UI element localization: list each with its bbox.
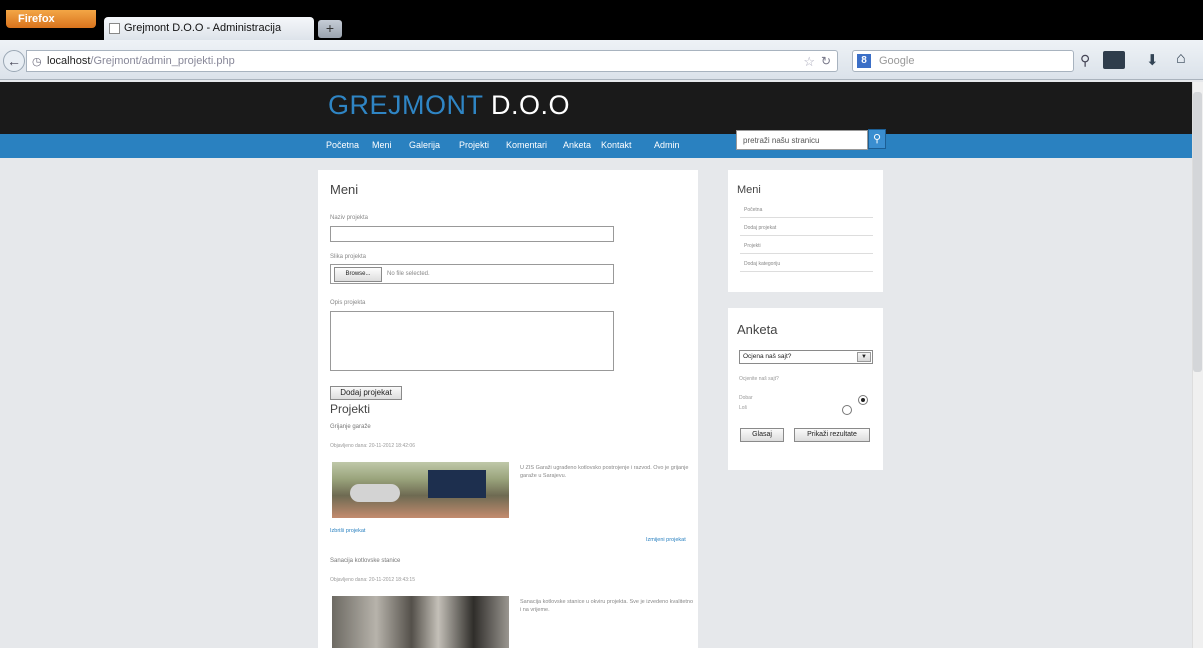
site-header: GREJMONT D.O.O [0,82,1192,134]
project-image [332,596,509,648]
poll-radio-dobar[interactable] [858,395,868,405]
nav-item-kontakt[interactable]: Kontakt [601,140,632,150]
form-heading: Meni [330,182,359,197]
browser-tab-bar: Firefox Grejmont D.O.O - Administracija … [0,0,1203,40]
url-text: localhost/Grejmont/admin_projekti.php [47,55,235,67]
poll-question: Ocjenite naš sajt? [739,376,779,382]
project-date: Objavljeno dana: 20-11-2012 18:42:06 [330,443,415,449]
new-tab-button[interactable]: + [318,20,342,38]
firefox-menu-button[interactable]: Firefox [6,10,96,28]
poll-select[interactable]: Ocjena naš sajt? ▼ [739,350,873,364]
poll-panel: Anketa Ocjena naš sajt? ▼ Ocjenite naš s… [728,308,883,470]
delete-project-link[interactable]: Izbriši projekat [330,528,365,534]
page-icon [109,23,120,34]
site-logo[interactable]: GREJMONT D.O.O [328,90,570,121]
project-image [332,462,509,518]
browser-toolbar: ← ◷ localhost/Grejmont/admin_projekti.ph… [0,40,1203,80]
browser-search-placeholder: Google [879,55,915,67]
search-icon[interactable]: ⚲ [1080,52,1090,69]
add-project-button[interactable]: Dodaj projekat [330,386,402,400]
main-navigation: Početna Meni Galerija Projekti Komentari… [0,134,1192,158]
bookmark-star-icon[interactable]: ☆ [803,54,815,70]
nav-item-anketa[interactable]: Anketa [563,140,591,150]
url-path: /Grejmont/admin_projekti.php [90,55,235,67]
project-title: Grijanje garaže [330,424,371,430]
scrollbar-thumb[interactable] [1193,92,1202,372]
chevron-down-icon[interactable]: ▼ [857,352,871,362]
sidebar-item-pocetna[interactable]: Početna [740,204,873,218]
nav-item-admin[interactable]: Admin [654,140,680,150]
home-icon[interactable]: ⌂ [1176,50,1186,68]
project-description-label: Opis projekta [330,300,366,306]
tank-shape [350,484,400,502]
project-date: Objavljeno dana: 20-11-2012 18:43:15 [330,577,415,583]
sidebar-menu-title: Meni [737,184,761,196]
search-icon[interactable]: ⚲ [868,129,886,149]
show-results-button[interactable]: Prikaži rezultate [794,428,870,442]
edit-project-link[interactable]: Izmijeni projekat [646,537,686,543]
project-description: U ZIS Garaži ugrađeno kotlovsko postroje… [520,465,689,479]
project-image-label: Slika projekta [330,254,367,260]
file-status: No file selected. [387,271,430,277]
url-host: localhost [47,55,91,67]
logo-primary: GREJMONT [328,90,484,120]
project-name-input[interactable] [330,226,614,242]
nav-item-pocetna[interactable]: Početna [326,140,359,150]
browse-button[interactable]: Browse... [334,267,382,282]
project-description: Sanacija kotlovske stanice u okviru proj… [520,599,694,613]
nav-item-projekti[interactable]: Projekti [459,140,489,150]
bookmarks-icon[interactable] [1103,51,1125,69]
browser-tab[interactable]: Grejmont D.O.O - Administracija [104,17,314,40]
container-shape [428,470,486,498]
back-arrow-icon[interactable]: ← [3,50,25,72]
download-icon[interactable]: ⬇ [1146,51,1159,69]
sidebar-item-projekti[interactable]: Projekti [740,240,873,254]
poll-option-label: Dobar [739,395,753,401]
sidebar-menu-panel: Meni Početna Dodaj projekat Projekti Dod… [728,170,883,292]
poll-title: Anketa [737,322,778,337]
poll-select-value: Ocjena naš sajt? [743,353,792,360]
project-name-label: Naziv projekta [330,215,369,221]
project-title: Sanacija kotlovske stanice [330,558,401,564]
poll-option-label: Loš [739,405,748,411]
search-engine-icon[interactable]: 8 [857,54,871,68]
projects-heading: Projekti [330,402,371,416]
project-description-textarea[interactable] [330,311,614,371]
url-bar[interactable]: ◷ localhost/Grejmont/admin_projekti.php … [26,50,838,72]
nav-item-meni[interactable]: Meni [372,140,392,150]
globe-icon: ◷ [32,56,42,68]
nav-item-komentari[interactable]: Komentari [506,140,547,150]
nav-item-galerija[interactable]: Galerija [409,140,440,150]
vote-button[interactable]: Glasaj [740,428,784,442]
logo-secondary: D.O.O [491,90,571,120]
file-upload-field[interactable]: Browse... No file selected. [330,264,614,284]
reload-icon[interactable]: ↻ [821,54,831,68]
browser-tab-title: Grejmont D.O.O - Administracija [124,22,282,34]
poll-radio-los[interactable] [842,405,852,415]
site-search-input[interactable]: pretraži našu stranicu [736,130,868,150]
sidebar-item-dodaj-kategoriju[interactable]: Dodaj kategoriju [740,258,873,272]
sidebar-item-dodaj-projekat[interactable]: Dodaj projekat [740,222,873,236]
browser-search-box[interactable]: 8 Google [852,50,1074,72]
